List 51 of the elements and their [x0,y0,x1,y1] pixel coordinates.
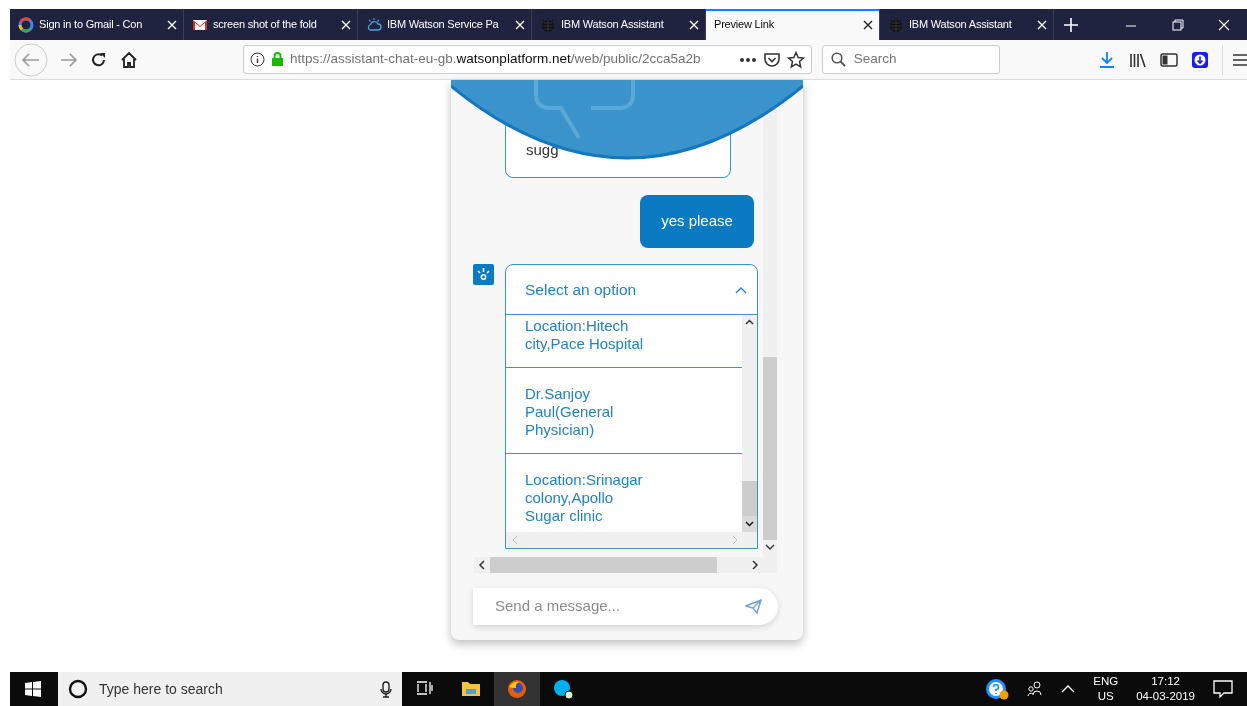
address-bar[interactable]: https://assistant-chat-eu-gb.watsonplatform.net/web/public/2cca5a2b [243,45,812,74]
windows-icon[interactable] [25,681,41,697]
download-icon[interactable] [1098,50,1116,69]
clock-date[interactable]: 04-03-2019 [1136,689,1195,704]
url-text: https://assistant-chat-eu-gb.watsonplatform.net/web/public/2cca5a2b [290,50,702,69]
info-icon[interactable] [250,52,265,67]
sidebar-icon[interactable] [1160,51,1178,68]
language-label[interactable]: ENG [1093,674,1119,689]
star-icon[interactable] [786,50,805,69]
user-message: yes please [640,195,754,248]
microphone-icon[interactable] [380,680,392,698]
menu-icon[interactable] [1233,52,1247,67]
browser-tab[interactable]: Preview Link [706,9,880,40]
scrollbar-thumb[interactable] [763,357,777,540]
taskbar-search-field[interactable]: Type here to search [97,677,371,701]
circle-icon [68,679,88,699]
scrollbar-thumb[interactable] [490,557,717,573]
message-field[interactable]: Send a message... [493,594,745,619]
region-label[interactable]: US [1093,689,1119,704]
lock-icon [271,52,284,67]
bot-avatar-icon [473,264,494,285]
download-badge-icon[interactable] [1191,50,1209,69]
more-icon[interactable] [738,56,757,63]
message-box[interactable]: Send a message... [473,588,778,625]
search-box[interactable]: Search [821,45,1000,74]
forward-icon[interactable] [60,51,78,68]
send-icon[interactable] [745,599,762,614]
globe-icon [540,16,556,33]
scroll-down-icon[interactable] [742,516,757,532]
ring-icon [18,16,34,33]
clock-time[interactable]: 17:12 [1136,674,1195,689]
cloud-icon [366,16,382,33]
library-icon[interactable] [1129,51,1147,68]
scrollbar-thumb[interactable] [742,481,757,516]
browser-icon[interactable] [507,679,527,699]
people-icon[interactable] [1027,681,1044,697]
reload-icon[interactable] [90,50,108,69]
chevron-icon[interactable] [735,285,747,294]
folder-icon[interactable] [461,679,481,699]
new-tab-icon[interactable] [1064,17,1078,32]
close-icon[interactable] [863,19,873,30]
help-icon[interactable] [985,678,1010,700]
chevron-up-icon[interactable] [1061,684,1076,694]
globe-icon [888,16,904,33]
home-icon[interactable] [120,50,138,69]
taskbar-search-box[interactable]: Type here to search [58,672,402,706]
search-icon [830,52,846,67]
chat-app-icon[interactable] [553,679,573,699]
pocket-icon[interactable] [762,51,781,68]
notification-icon[interactable] [1213,680,1233,698]
dropdown-select[interactable]: Select an option [506,265,757,315]
